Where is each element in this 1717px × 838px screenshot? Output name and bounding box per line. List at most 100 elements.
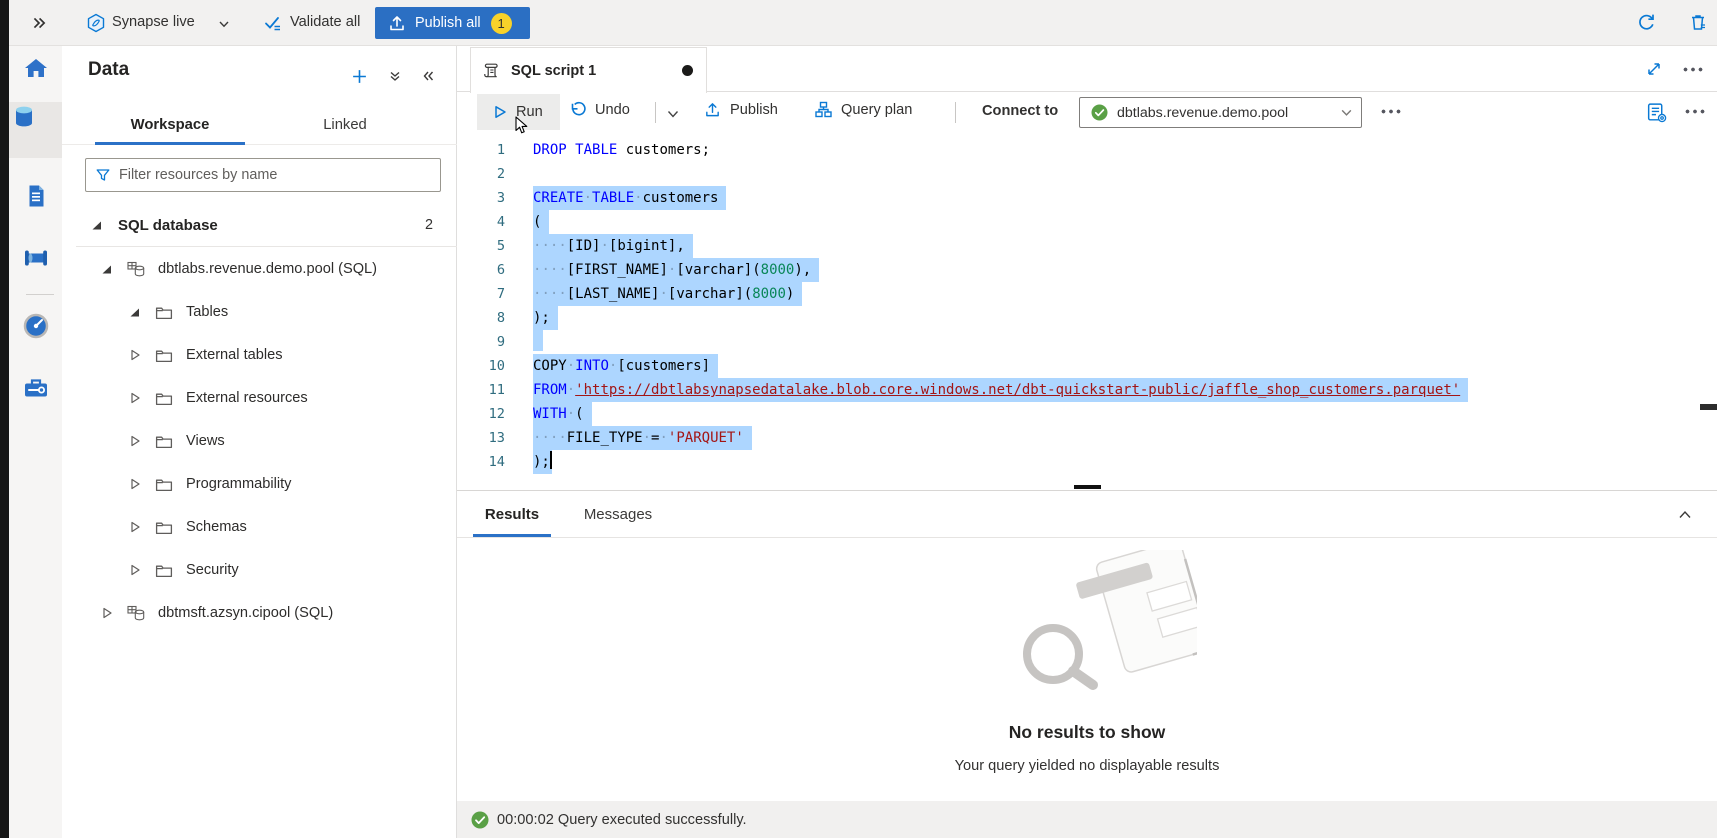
connection-dropdown[interactable]: dbtlabs.revenue.demo.pool <box>1079 97 1362 128</box>
code-line-content[interactable]: DROP TABLE customers; <box>533 138 710 162</box>
code-line-content[interactable]: ····FILE_TYPE·=·'PARQUET' <box>533 426 752 450</box>
code-line-content[interactable]: ····[FIRST_NAME]·[varchar](8000), <box>533 258 819 282</box>
line-number[interactable]: 10 <box>457 354 505 378</box>
scrollbar-thumb[interactable] <box>1700 404 1717 410</box>
run-button[interactable]: Run <box>477 94 560 130</box>
script-icon <box>482 62 499 79</box>
nav-home[interactable] <box>9 41 62 97</box>
filter-input[interactable] <box>119 167 440 183</box>
tree-item[interactable]: dbtlabs.revenue.demo.pool (SQL) <box>62 247 457 290</box>
validate-all-button[interactable]: Validate all <box>290 14 360 30</box>
resource-tree: dbtlabs.revenue.demo.pool (SQL) Tables Ext… <box>62 247 457 634</box>
nav-data[interactable] <box>9 102 62 158</box>
line-number[interactable]: 1 <box>457 138 505 162</box>
run-options-chevron-icon[interactable] <box>666 107 680 121</box>
tree-item[interactable]: Programmability <box>62 462 457 505</box>
tab-linked[interactable]: Linked <box>275 106 415 144</box>
tab-workspace[interactable]: Workspace <box>95 106 245 144</box>
line-number[interactable]: 11 <box>457 378 505 402</box>
query-plan-button[interactable]: Query plan <box>815 101 912 118</box>
tree-item[interactable]: Tables <box>62 290 457 333</box>
tree-item[interactable]: Security <box>62 548 457 591</box>
code-line-content[interactable]: ····[LAST_NAME]·[varchar](8000) <box>533 282 802 306</box>
code-line: 2 <box>457 162 1717 186</box>
tree-section-sql-database[interactable]: SQL database 2 <box>62 204 457 246</box>
tree-item[interactable]: Schemas <box>62 505 457 548</box>
expander-icon[interactable] <box>128 520 142 534</box>
tab-results[interactable]: Results <box>473 492 551 537</box>
code-line-content[interactable]: ); <box>533 450 552 474</box>
expander-icon[interactable] <box>90 218 104 232</box>
publish-button[interactable]: Publish <box>704 101 778 118</box>
tab-sql-script-1[interactable]: SQL script 1 <box>470 47 707 93</box>
pipeline-icon <box>21 243 51 273</box>
line-number[interactable]: 6 <box>457 258 505 282</box>
expander-icon[interactable] <box>128 434 142 448</box>
line-number[interactable]: 3 <box>457 186 505 210</box>
code-line-content[interactable]: FROM·'https://dbtlabsynapsedatalake.blob… <box>533 378 1468 402</box>
chevron-down-icon[interactable] <box>218 18 230 30</box>
line-number[interactable]: 9 <box>457 330 505 354</box>
add-resource-icon[interactable] <box>351 68 368 85</box>
expander-icon[interactable] <box>128 305 142 319</box>
results-settings-icon[interactable] <box>1645 101 1668 124</box>
double-chevron-right-icon[interactable] <box>31 15 47 31</box>
splitter <box>457 490 1717 491</box>
collapse-all-icon[interactable] <box>388 69 402 83</box>
nav-integrate[interactable] <box>9 230 62 286</box>
tree-item[interactable]: External resources <box>62 376 457 419</box>
collapse-results-chevron-icon[interactable] <box>1677 507 1693 523</box>
code-line-content[interactable] <box>533 330 543 354</box>
unsaved-dot-icon <box>682 65 693 76</box>
expander-icon[interactable] <box>128 563 142 577</box>
code-line-content[interactable]: ( <box>533 210 549 234</box>
trash-icon[interactable] <box>1688 12 1708 32</box>
code-line-content[interactable]: WITH·( <box>533 402 592 426</box>
expander-icon[interactable] <box>128 348 142 362</box>
expander-icon[interactable] <box>128 391 142 405</box>
line-number[interactable]: 7 <box>457 282 505 306</box>
expand-editor-icon[interactable] <box>1645 60 1663 78</box>
toolbar-overflow-icon[interactable] <box>1685 109 1705 114</box>
expander-icon[interactable] <box>100 262 114 276</box>
collapse-panel-icon[interactable] <box>421 69 435 83</box>
expander-icon[interactable] <box>128 477 142 491</box>
tab-messages[interactable]: Messages <box>570 492 666 537</box>
section-label: SQL database <box>118 217 218 234</box>
code-line-content[interactable]: ); <box>533 306 558 330</box>
tree-item-label: External resources <box>186 390 308 406</box>
line-number[interactable]: 14 <box>457 450 505 474</box>
tree-item-label: dbtmsft.azsyn.cipool (SQL) <box>158 605 333 621</box>
nav-develop[interactable] <box>9 168 62 224</box>
nav-manage[interactable] <box>9 360 62 416</box>
refresh-icon[interactable] <box>1636 12 1657 33</box>
toolbar-more-icon[interactable] <box>1381 109 1401 114</box>
publish-all-button[interactable]: Publish all 1 <box>375 7 530 39</box>
tree-item[interactable]: External tables <box>62 333 457 376</box>
tab-more-icon[interactable] <box>1683 67 1703 72</box>
code-line-content[interactable]: CREATE·TABLE·customers <box>533 186 726 210</box>
code-line-content[interactable]: ····[ID]·[bigint], <box>533 234 693 258</box>
expander-icon[interactable] <box>100 606 114 620</box>
undo-button[interactable]: Undo <box>569 101 630 118</box>
navigation-rail <box>9 46 62 838</box>
line-number[interactable]: 4 <box>457 210 505 234</box>
splitter-handle[interactable] <box>1074 485 1101 489</box>
code-editor[interactable]: 1 DROP TABLE customers; 23 CREATE·TABLE·cus… <box>457 132 1717 490</box>
line-number[interactable]: 5 <box>457 234 505 258</box>
window-edge <box>0 0 9 838</box>
tree-item-label: External tables <box>186 347 283 363</box>
line-number[interactable]: 12 <box>457 402 505 426</box>
environment-selector[interactable]: Synapse live <box>112 14 195 30</box>
tree-item[interactable]: dbtmsft.azsyn.cipool (SQL) <box>62 591 457 634</box>
line-number[interactable]: 8 <box>457 306 505 330</box>
line-number[interactable]: 13 <box>457 426 505 450</box>
tree-item-label: dbtlabs.revenue.demo.pool (SQL) <box>158 261 377 277</box>
code-line: 3 CREATE·TABLE·customers <box>457 186 1717 210</box>
code-line-content[interactable]: COPY·INTO·[customers] <box>533 354 718 378</box>
line-number[interactable]: 2 <box>457 162 505 186</box>
gauge-icon <box>21 311 51 341</box>
nav-monitor[interactable] <box>9 298 62 354</box>
tree-item[interactable]: Views <box>62 419 457 462</box>
code-line: 11 FROM·'https://dbtlabsynapsedatalake.bl… <box>457 378 1717 402</box>
